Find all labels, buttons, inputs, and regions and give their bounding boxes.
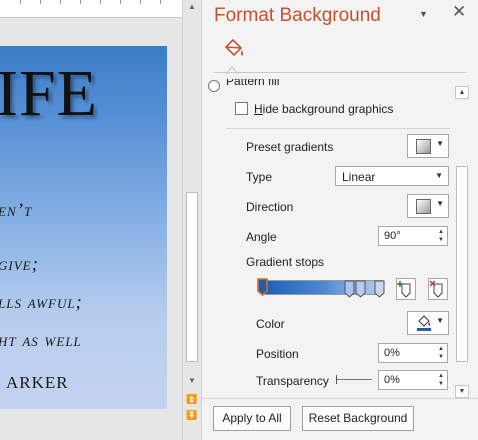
hide-background-graphics-checkbox[interactable] xyxy=(235,102,248,115)
direction-preview-icon xyxy=(416,199,431,214)
slide-text-line[interactable]: lls awful; xyxy=(0,292,83,314)
reset-background-button[interactable]: Reset Background xyxy=(302,406,414,431)
type-select[interactable]: Linear ▼ xyxy=(335,166,449,186)
transparency-spinner[interactable]: 0% ▲ ▼ xyxy=(378,370,448,390)
pattern-fill-radio[interactable] xyxy=(208,80,220,92)
slide-text-line[interactable]: give; xyxy=(0,254,39,276)
scroll-down-icon[interactable]: ▼ xyxy=(455,385,469,398)
pane-options-icon[interactable]: ▼ xyxy=(419,9,428,19)
close-icon[interactable]: ✕ xyxy=(452,2,466,22)
spinner-arrows-icon[interactable]: ▲ ▼ xyxy=(438,372,444,388)
scrollbar-thumb[interactable] xyxy=(186,192,198,362)
transparency-value: 0% xyxy=(384,374,400,386)
position-spinner[interactable]: 0% ▲ ▼ xyxy=(378,343,448,363)
hide-background-graphics-label: Hide background graphics xyxy=(254,102,394,116)
add-stop-icon xyxy=(397,281,411,298)
position-value: 0% xyxy=(384,347,400,359)
slide-title[interactable]: IFE xyxy=(0,56,98,132)
remove-stop-icon xyxy=(429,280,443,298)
transparency-label: Transparency xyxy=(256,374,329,388)
remove-gradient-stop-button[interactable] xyxy=(428,278,448,300)
section-divider xyxy=(226,128,450,129)
gradient-stop-selected[interactable] xyxy=(257,278,268,296)
scrollbar-thumb[interactable] xyxy=(456,166,468,362)
spinner-arrows-icon[interactable]: ▲ ▼ xyxy=(438,228,444,244)
angle-value: 90° xyxy=(384,230,401,242)
gradient-stop[interactable] xyxy=(374,280,385,298)
slide-text-line[interactable]: ht as well xyxy=(0,330,82,352)
fill-bucket-icon[interactable] xyxy=(222,38,246,62)
pane-title: Format Background xyxy=(214,5,381,26)
slide-signature[interactable]: arker xyxy=(6,368,69,395)
slide-editor: IFE en’t give; lls awful; ht as well ark… xyxy=(0,0,182,440)
pane-vertical-scrollbar[interactable]: ▲ ▼ xyxy=(454,86,470,398)
type-label: Type xyxy=(246,170,273,184)
type-select-value: Linear xyxy=(342,170,376,184)
gradient-stops-label: Gradient stops xyxy=(246,255,325,269)
chevron-down-icon: ▼ xyxy=(436,316,444,325)
angle-label: Angle xyxy=(246,230,277,244)
color-picker[interactable]: ▼ xyxy=(407,311,449,335)
add-gradient-stop-button[interactable] xyxy=(396,278,416,300)
previous-slide-icon[interactable]: ⏫ xyxy=(183,394,201,405)
apply-to-all-button[interactable]: Apply to All xyxy=(213,406,291,431)
chevron-down-icon: ▼ xyxy=(435,171,443,180)
direction-picker[interactable]: ▼ xyxy=(407,194,449,218)
position-label: Position xyxy=(256,347,299,361)
horizontal-ruler xyxy=(0,0,182,18)
paint-bucket-icon xyxy=(417,315,431,331)
angle-spinner[interactable]: 90° ▲ ▼ xyxy=(378,226,448,246)
chevron-down-icon: ▼ xyxy=(436,139,444,148)
pane-footer: Apply to All Reset Background xyxy=(202,398,478,440)
next-slide-icon[interactable]: ⏬ xyxy=(183,410,201,421)
scroll-down-icon[interactable]: ▼ xyxy=(183,376,201,385)
preset-gradients-label: Preset gradients xyxy=(246,140,334,154)
editor-vertical-scrollbar[interactable]: ▲ ▼ ⏫ ⏬ xyxy=(182,0,200,440)
tab-divider xyxy=(214,72,466,73)
preset-gradients-picker[interactable]: ▼ xyxy=(407,134,449,158)
color-label: Color xyxy=(256,317,285,331)
gradient-preview-icon xyxy=(416,139,431,154)
transparency-slider[interactable] xyxy=(336,375,372,384)
gradient-stop[interactable] xyxy=(344,280,355,298)
pattern-fill-label: Pattern fill xyxy=(226,79,280,87)
slide-text-line[interactable]: en’t xyxy=(0,200,32,222)
chevron-down-icon: ▼ xyxy=(436,199,444,208)
gradient-stop[interactable] xyxy=(355,280,366,298)
scroll-up-icon[interactable]: ▲ xyxy=(455,86,469,99)
slide-canvas[interactable]: IFE en’t give; lls awful; ht as well ark… xyxy=(0,46,167,409)
scroll-up-icon[interactable]: ▲ xyxy=(183,2,201,11)
spinner-arrows-icon[interactable]: ▲ ▼ xyxy=(438,345,444,361)
format-background-pane: Format Background ▼ ✕ Pattern fill Hide … xyxy=(201,0,478,440)
direction-label: Direction xyxy=(246,200,294,214)
